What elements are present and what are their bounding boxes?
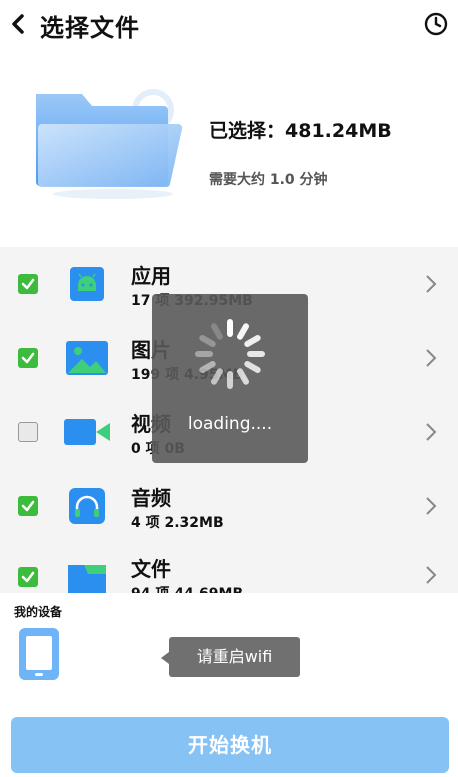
- header: 选择文件: [0, 0, 458, 52]
- list-item-audio[interactable]: 音频 4 项 2.32MB: [0, 469, 458, 543]
- headphones-icon: [64, 483, 110, 529]
- android-icon: [64, 261, 110, 307]
- estimate-time-text: 需要大约 1.0 分钟: [209, 172, 328, 188]
- clock-icon[interactable]: [424, 12, 448, 36]
- video-icon: [64, 409, 110, 455]
- select-files-screen: 选择文件 已选择：481.24MB 需要大约 1.0 分钟 应用 17 图片 1…: [0, 0, 458, 777]
- category-name: 音频: [131, 486, 171, 510]
- chevron-right-icon: [424, 420, 438, 444]
- toast-pointer: [161, 652, 169, 664]
- chevron-right-icon: [424, 494, 438, 518]
- category-info: 94 项 44.69MB: [131, 583, 243, 593]
- start-transfer-button[interactable]: 开始换机: [11, 717, 449, 773]
- folder-icon: [64, 557, 110, 593]
- loading-overlay: loading....: [152, 294, 308, 463]
- folder-illustration: [28, 80, 198, 200]
- phone-icon[interactable]: [18, 627, 60, 681]
- checkbox-checked[interactable]: [18, 348, 38, 368]
- category-name: 应用: [131, 264, 171, 288]
- back-arrow-icon[interactable]: [8, 10, 30, 38]
- chevron-right-icon: [424, 272, 438, 296]
- loading-text: loading....: [187, 414, 273, 434]
- chevron-right-icon: [424, 346, 438, 370]
- page-title: 选择文件: [40, 14, 140, 42]
- checkbox-checked[interactable]: [18, 274, 38, 294]
- category-name: 文件: [131, 557, 171, 581]
- toast-message: 请重启wifi: [169, 637, 300, 677]
- checkbox-checked[interactable]: [18, 496, 38, 516]
- chevron-right-icon: [424, 563, 438, 587]
- checkbox-unchecked[interactable]: [18, 422, 38, 442]
- image-icon: [64, 335, 110, 381]
- selected-size-text: 已选择：481.24MB: [209, 120, 392, 142]
- list-item-files[interactable]: 文件 94 项 44.69MB: [0, 543, 458, 593]
- my-devices-label: 我的设备: [14, 605, 63, 619]
- checkbox-checked[interactable]: [18, 567, 38, 587]
- category-info: 4 项 2.32MB: [131, 515, 224, 531]
- spinner-icon: [195, 319, 265, 389]
